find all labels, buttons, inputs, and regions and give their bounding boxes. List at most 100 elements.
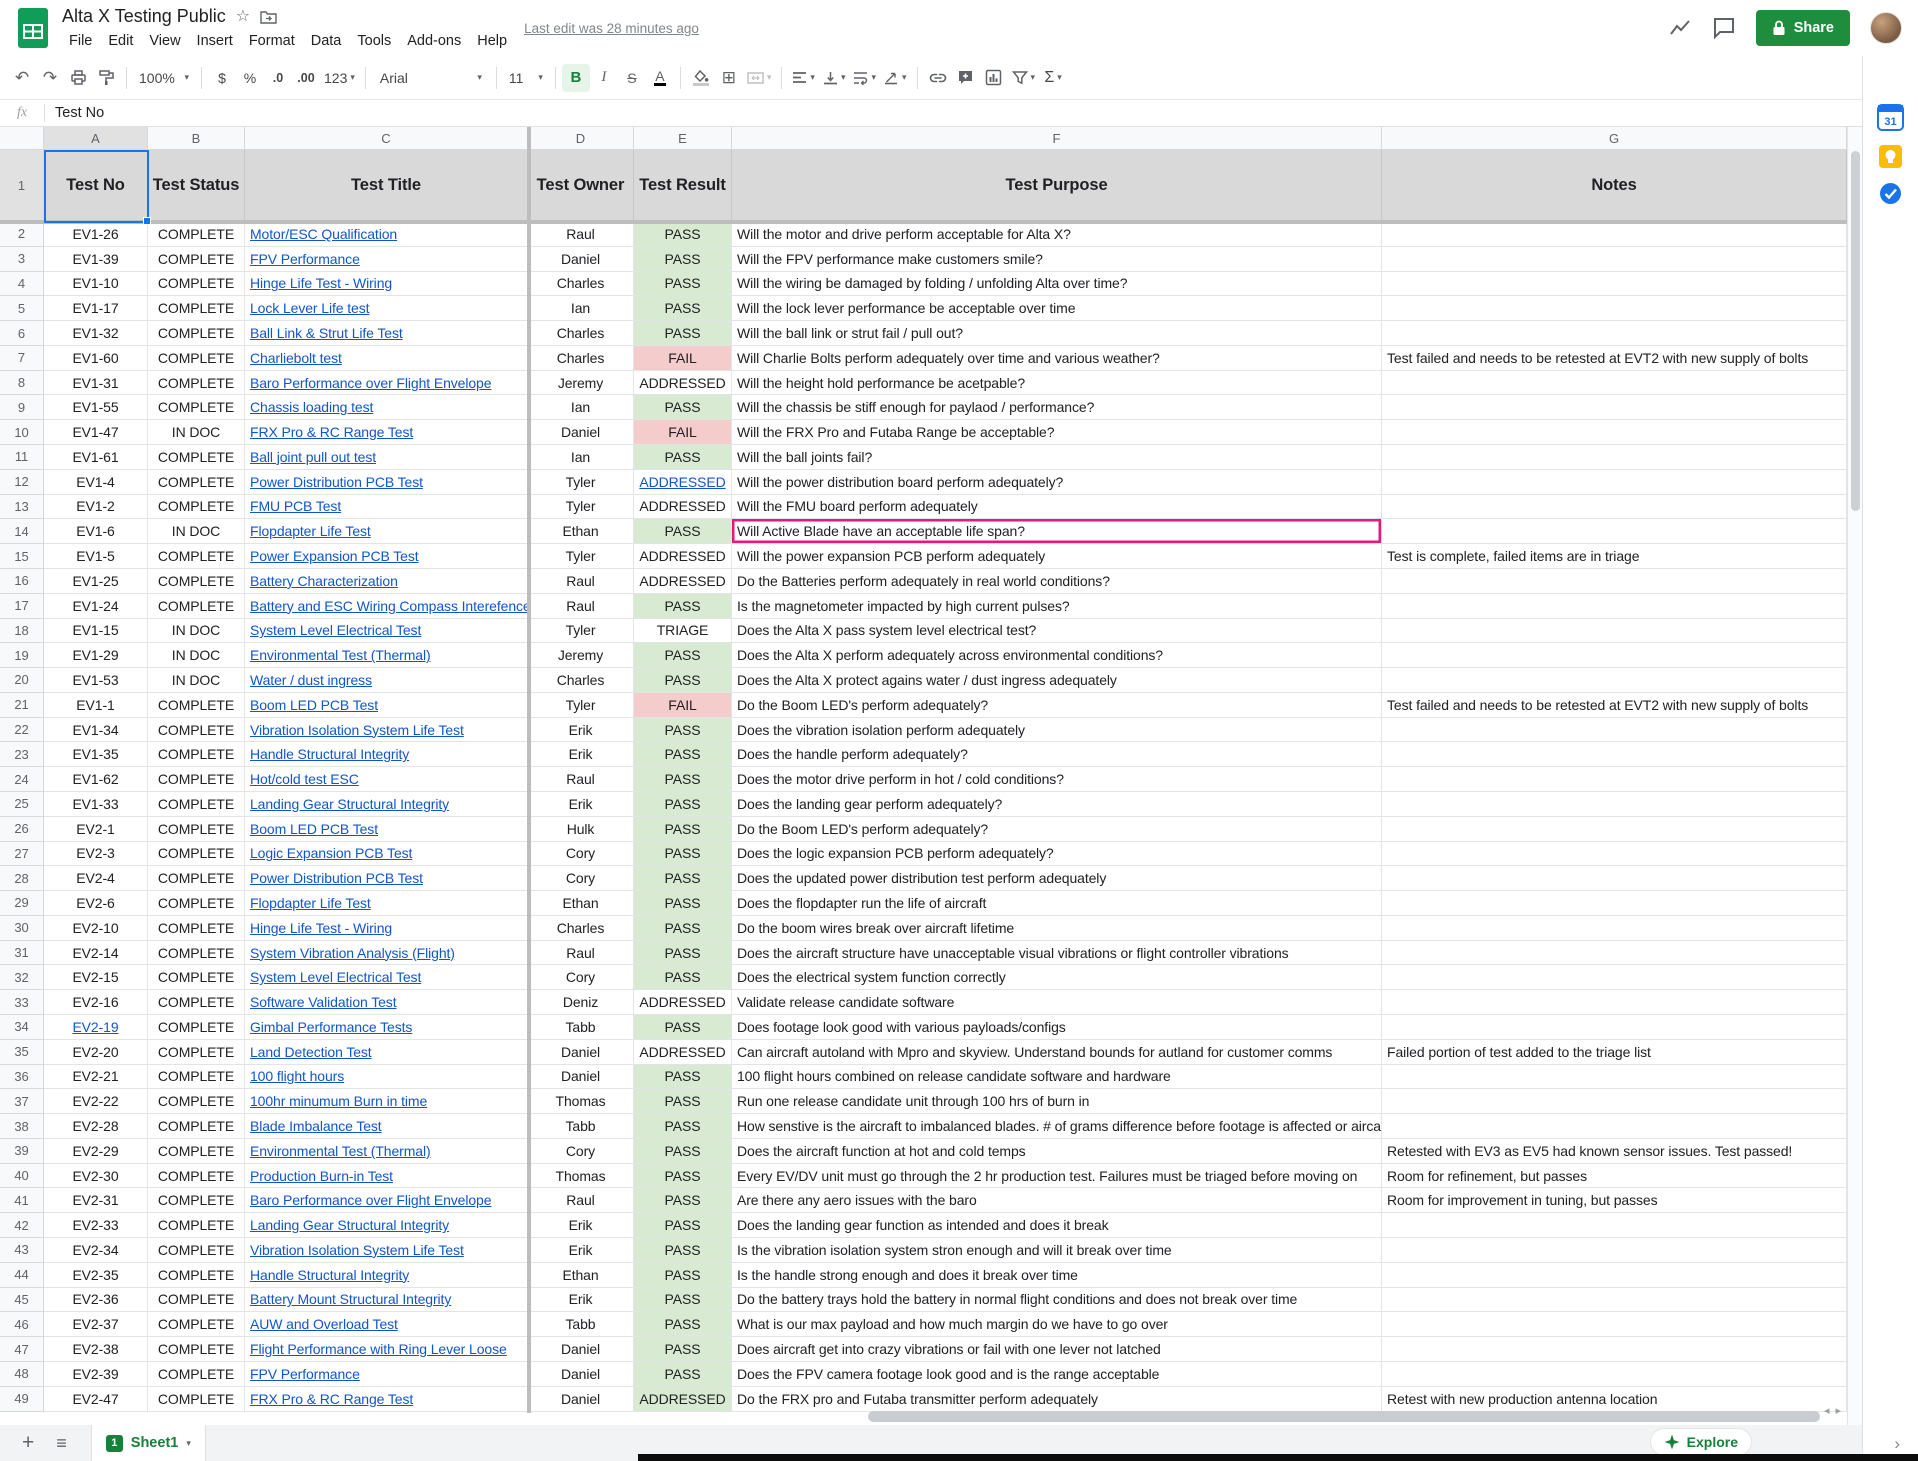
cell-test-purpose[interactable]: Does the Alta X perform adequately acros… xyxy=(732,643,1382,668)
horizontal-align-button[interactable]: ▾ xyxy=(788,64,819,92)
cell-test-result[interactable]: PASS xyxy=(634,1114,732,1139)
cell-test-result[interactable]: PASS xyxy=(634,1337,732,1362)
cell-test-purpose[interactable]: Is the magnetometer impacted by high cur… xyxy=(732,594,1382,619)
row-number[interactable]: 6 xyxy=(0,321,44,346)
cell-notes[interactable] xyxy=(1382,519,1847,544)
cell-test-result[interactable]: ADDRESSED xyxy=(634,990,732,1015)
cell-notes[interactable] xyxy=(1382,643,1847,668)
cell-test-no[interactable]: EV1-15 xyxy=(44,619,148,644)
row-number[interactable]: 37 xyxy=(0,1089,44,1114)
column-letter-a[interactable]: A xyxy=(44,127,148,150)
cell-test-no[interactable]: EV2-15 xyxy=(44,965,148,990)
strikethrough-button[interactable]: S xyxy=(618,64,646,92)
row-number[interactable]: 29 xyxy=(0,891,44,916)
cell-notes[interactable] xyxy=(1382,1238,1847,1263)
cell-notes[interactable] xyxy=(1382,619,1847,644)
row-number[interactable]: 17 xyxy=(0,594,44,619)
move-to-folder-icon[interactable] xyxy=(260,9,277,24)
more-formats-button[interactable]: 123▾ xyxy=(320,64,359,92)
cell-notes[interactable] xyxy=(1382,445,1847,470)
cell-notes[interactable] xyxy=(1382,1089,1847,1114)
row-number[interactable]: 25 xyxy=(0,792,44,817)
cell-notes[interactable] xyxy=(1382,668,1847,693)
cell-test-status[interactable]: COMPLETE xyxy=(148,1164,245,1189)
cell-test-no[interactable]: EV1-47 xyxy=(44,420,148,445)
cell-notes[interactable]: Test failed and needs to be retested at … xyxy=(1382,693,1847,718)
cell-notes[interactable] xyxy=(1382,296,1847,321)
cell-test-purpose[interactable]: Will the lock lever performance be accep… xyxy=(732,296,1382,321)
cell-notes[interactable] xyxy=(1382,222,1847,247)
cell-test-result[interactable]: ADDRESSED xyxy=(634,495,732,520)
cell-test-owner[interactable]: Cory xyxy=(528,965,634,990)
cell-test-result[interactable]: ADDRESSED xyxy=(634,1387,732,1412)
borders-button[interactable]: ⊞ xyxy=(715,64,743,92)
sheet-tab-menu-icon[interactable]: ▾ xyxy=(186,1439,191,1448)
cell-test-owner[interactable]: Ian xyxy=(528,296,634,321)
cell-test-status[interactable]: COMPLETE xyxy=(148,1213,245,1238)
cell-test-no[interactable]: EV2-38 xyxy=(44,1337,148,1362)
cell-test-status[interactable]: IN DOC xyxy=(148,420,245,445)
cell-test-no[interactable]: EV1-55 xyxy=(44,395,148,420)
cell-test-title[interactable]: Charliebolt test xyxy=(245,346,528,371)
cell-test-no[interactable]: EV1-5 xyxy=(44,544,148,569)
cell-test-owner[interactable]: Raul xyxy=(528,1188,634,1213)
cell-test-owner[interactable]: Thomas xyxy=(528,1089,634,1114)
row-number[interactable]: 46 xyxy=(0,1312,44,1337)
cell-test-no[interactable]: EV2-39 xyxy=(44,1362,148,1387)
cell-notes[interactable] xyxy=(1382,1114,1847,1139)
cell-test-purpose[interactable]: Does aircraft get into crazy vibrations … xyxy=(732,1337,1382,1362)
cell-test-owner[interactable]: Daniel xyxy=(528,420,634,445)
bold-button[interactable]: B xyxy=(562,64,590,92)
menu-view[interactable]: View xyxy=(142,31,187,51)
cell-test-owner[interactable]: Tabb xyxy=(528,1312,634,1337)
cell-test-owner[interactable]: Ethan xyxy=(528,891,634,916)
cell-test-no[interactable]: EV2-37 xyxy=(44,1312,148,1337)
calendar-icon[interactable]: 31 xyxy=(1877,104,1904,131)
cell-test-status[interactable]: COMPLETE xyxy=(148,1312,245,1337)
collapse-rail-icon[interactable]: › xyxy=(1894,1434,1900,1454)
cell-test-title[interactable]: Hot/cold test ESC xyxy=(245,767,528,792)
cell-test-result[interactable]: PASS xyxy=(634,445,732,470)
cell-test-no[interactable]: EV1-61 xyxy=(44,445,148,470)
column-letter-g[interactable]: G xyxy=(1382,127,1847,150)
cell-test-status[interactable]: COMPLETE xyxy=(148,1015,245,1040)
cell-test-purpose[interactable]: Will the height hold performance be acet… xyxy=(732,371,1382,396)
cell-test-owner[interactable]: Erik xyxy=(528,792,634,817)
cell-test-status[interactable]: COMPLETE xyxy=(148,1387,245,1412)
cell-test-result[interactable]: PASS xyxy=(634,792,732,817)
cell-test-owner[interactable]: Ian xyxy=(528,445,634,470)
cell-test-owner[interactable]: Charles xyxy=(528,668,634,693)
cell-test-result[interactable]: PASS xyxy=(634,1188,732,1213)
cell-test-status[interactable]: COMPLETE xyxy=(148,1139,245,1164)
comment-history-icon[interactable] xyxy=(1712,16,1736,40)
row-number[interactable]: 33 xyxy=(0,990,44,1015)
cell-notes[interactable]: Test failed and needs to be retested at … xyxy=(1382,346,1847,371)
cell-test-title[interactable]: System Level Electrical Test xyxy=(245,965,528,990)
cell-test-owner[interactable]: Charles xyxy=(528,916,634,941)
cell-test-purpose[interactable]: Does the logic expansion PCB perform ade… xyxy=(732,842,1382,867)
cell-notes[interactable] xyxy=(1382,742,1847,767)
column-header-test-owner[interactable]: Test Owner xyxy=(528,150,634,222)
cell-test-result[interactable]: FAIL xyxy=(634,693,732,718)
row-number[interactable]: 38 xyxy=(0,1114,44,1139)
cell-test-status[interactable]: IN DOC xyxy=(148,519,245,544)
cell-test-purpose[interactable]: Does the aircraft structure have unaccep… xyxy=(732,941,1382,966)
row-number[interactable]: 45 xyxy=(0,1288,44,1313)
functions-button[interactable]: Σ▾ xyxy=(1039,64,1067,92)
cell-test-no[interactable]: EV1-4 xyxy=(44,470,148,495)
row-number[interactable]: 13 xyxy=(0,495,44,520)
cell-notes[interactable] xyxy=(1382,1213,1847,1238)
cell-test-result[interactable]: PASS xyxy=(634,594,732,619)
cell-test-status[interactable]: IN DOC xyxy=(148,643,245,668)
redo-button[interactable]: ↷ xyxy=(36,64,64,92)
horizontal-scroll-arrows[interactable]: ◂ ▸ xyxy=(1824,1404,1841,1417)
cell-test-status[interactable]: COMPLETE xyxy=(148,916,245,941)
cell-test-owner[interactable]: Tyler xyxy=(528,693,634,718)
cell-notes[interactable]: Failed portion of test added to the tria… xyxy=(1382,1040,1847,1065)
cell-test-title[interactable]: Battery Mount Structural Integrity xyxy=(245,1288,528,1313)
insert-chart-button[interactable] xyxy=(980,64,1008,92)
text-wrap-button[interactable]: ▾ xyxy=(849,64,880,92)
cell-notes[interactable] xyxy=(1382,916,1847,941)
cell-test-owner[interactable]: Raul xyxy=(528,594,634,619)
create-filter-button[interactable]: ▾ xyxy=(1008,64,1040,92)
